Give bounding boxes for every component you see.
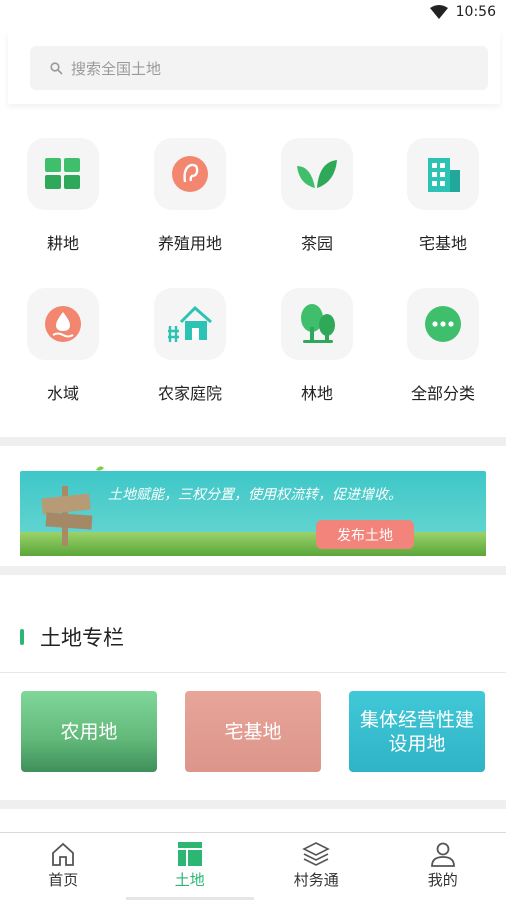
house-fence-icon (168, 305, 212, 342)
farmland-grid-icon (45, 158, 80, 189)
category-tea-garden[interactable]: 茶园 (262, 138, 372, 254)
tab-village-affairs[interactable]: 村务通 (253, 833, 380, 900)
tab-label: 首页 (48, 871, 79, 889)
tab-label: 村务通 (293, 871, 339, 889)
promo-banner[interactable]: 土地赋能，三权分置，使用权流转，促进增收。 发布土地 (20, 456, 486, 556)
tab-home[interactable]: 首页 (0, 833, 127, 900)
column-card-farmland[interactable]: 农用地 (21, 691, 157, 772)
more-dots-icon (425, 306, 461, 342)
category-label: 耕地 (46, 234, 79, 253)
status-time: 10:56 (455, 4, 496, 20)
category-label: 水域 (46, 384, 79, 403)
divider (0, 566, 506, 575)
home-icon (52, 842, 75, 866)
tab-label: 我的 (427, 871, 458, 889)
water-drop-icon (45, 306, 81, 342)
column-card-homestead[interactable]: 宅基地 (185, 691, 321, 772)
section-accent-bar (20, 629, 24, 645)
category-all[interactable]: 全部分类 (388, 288, 498, 404)
column-label: 农用地 (60, 720, 118, 743)
user-icon (430, 842, 455, 867)
tab-land[interactable]: 土地 (127, 833, 254, 900)
search-icon (50, 61, 63, 75)
category-label: 宅基地 (418, 234, 467, 253)
section-header: 土地专栏 (20, 622, 124, 652)
publish-land-button[interactable]: 发布土地 (316, 520, 414, 549)
bottom-tab-bar: 首页 土地 村务通 我的 (0, 832, 506, 900)
search-placeholder: 搜索全国土地 (71, 59, 162, 78)
category-label: 林地 (300, 384, 333, 403)
category-homestead[interactable]: 宅基地 (388, 138, 498, 254)
wifi-icon (429, 5, 448, 19)
divider (0, 437, 506, 446)
search-area: 搜索全国土地 (8, 30, 500, 104)
column-label: 宅基地 (224, 720, 282, 743)
column-card-collective-construction[interactable]: 集体经营性建设用地 (349, 691, 485, 772)
category-label: 茶园 (300, 234, 333, 253)
breeding-ear-icon (172, 156, 208, 192)
banner-slogan: 土地赋能，三权分置，使用权流转，促进增收。 (108, 487, 402, 503)
land-layout-icon (177, 842, 202, 866)
divider (0, 672, 506, 673)
category-label: 农家庭院 (157, 384, 222, 403)
search-input[interactable]: 搜索全国土地 (30, 46, 488, 90)
section-title: 土地专栏 (40, 626, 124, 650)
category-forest[interactable]: 林地 (262, 288, 372, 404)
category-breeding[interactable]: 养殖用地 (135, 138, 245, 254)
category-water[interactable]: 水域 (8, 288, 118, 404)
tab-label: 土地 (174, 871, 205, 889)
tea-leaf-icon (297, 160, 337, 188)
category-label: 养殖用地 (157, 234, 222, 253)
category-farmland[interactable]: 耕地 (8, 138, 118, 254)
wooden-sign-icon (41, 466, 104, 546)
building-icon (428, 158, 460, 192)
layers-icon (302, 842, 331, 866)
category-courtyard[interactable]: 农家庭院 (135, 288, 245, 404)
tree-icon (301, 304, 335, 343)
column-label: 集体经营性建设用地 (359, 708, 474, 755)
status-bar: 10:56 (0, 0, 506, 28)
category-label: 全部分类 (410, 384, 475, 403)
tab-profile[interactable]: 我的 (380, 833, 506, 900)
divider (0, 800, 506, 809)
